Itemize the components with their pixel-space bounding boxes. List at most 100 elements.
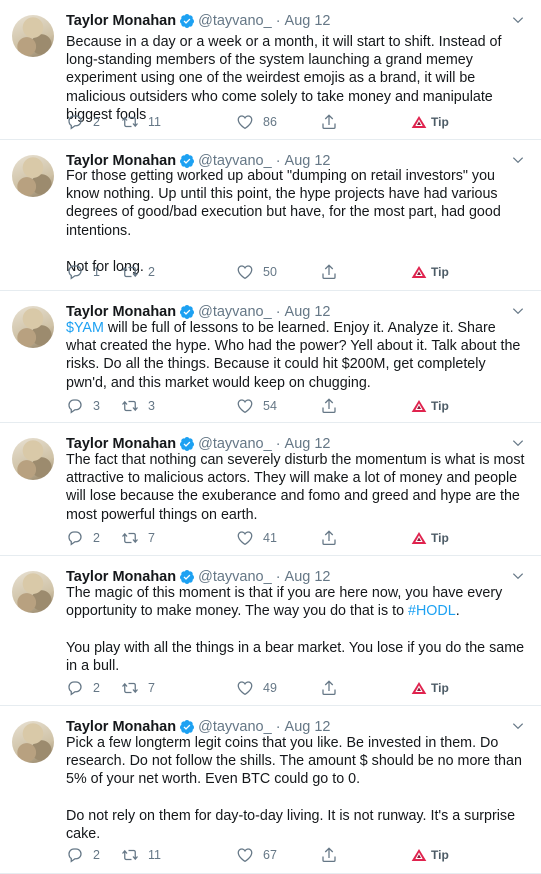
chevron-down-icon[interactable] [511,13,525,27]
tweet[interactable]: Taylor Monahan @tayvano_ · Aug 12 Becaus… [0,0,541,140]
tweet-paragraph: Pick a few longterm legit coins that you… [66,734,528,789]
tweet[interactable]: Taylor Monahan @tayvano_ · Aug 12 The ma… [0,556,541,706]
tweet[interactable]: Taylor Monahan @tayvano_ · Aug 12 For th… [0,140,541,291]
tweet-date[interactable]: Aug 12 [285,304,331,320]
reply-button[interactable]: 3 [66,397,100,415]
retweet-icon [122,400,138,412]
tip-button[interactable]: Tip [411,681,449,695]
author-handle[interactable]: @tayvano_ [198,436,272,452]
tweet-text-segment: You play with all the things in a bear m… [66,639,525,675]
like-button[interactable]: 41 [236,529,277,547]
share-icon [322,680,336,696]
reply-button[interactable]: 2 [66,846,100,864]
tweet-text: For those getting worked up about "dumpi… [66,167,528,277]
retweet-count: 2 [148,265,155,279]
avatar[interactable] [12,306,54,348]
reply-count: 2 [93,681,100,695]
tweet-paragraph: Do not rely on them for day-to-day livin… [66,807,528,843]
retweet-button[interactable]: 7 [121,679,155,697]
like-button[interactable]: 50 [236,263,277,281]
heart-icon [237,265,253,280]
reply-button[interactable]: 2 [66,529,100,547]
chevron-down-icon[interactable] [511,304,525,318]
reply-button[interactable]: 1 [66,263,100,281]
chevron-down-icon[interactable] [511,569,525,583]
share-button[interactable] [320,397,347,415]
tweet-date[interactable]: Aug 12 [285,436,331,452]
retweet-count: 3 [148,399,155,413]
author-name[interactable]: Taylor Monahan [66,436,176,452]
separator-dot: · [275,436,281,452]
avatar[interactable] [12,155,54,197]
avatar[interactable] [12,438,54,480]
retweet-count: 11 [148,848,161,862]
tip-label: Tip [431,265,449,279]
reply-button[interactable]: 2 [66,679,100,697]
author-name[interactable]: Taylor Monahan [66,304,176,320]
verified-badge-icon [180,437,195,451]
retweet-icon [122,532,138,544]
like-count: 67 [263,848,277,862]
retweet-button[interactable]: 11 [121,846,161,864]
retweet-button[interactable]: 11 [121,113,161,131]
author-handle[interactable]: @tayvano_ [198,569,272,585]
heart-icon [237,531,253,546]
tweet-actions: 2 11 67 Tip [66,846,466,866]
chevron-down-icon[interactable] [511,719,525,733]
like-button[interactable]: 67 [236,846,277,864]
separator-dot: · [275,569,281,585]
avatar[interactable] [12,571,54,613]
tip-button[interactable]: Tip [411,265,449,279]
tweet-link[interactable]: #HODL [408,603,456,619]
author-handle[interactable]: @tayvano_ [198,13,272,29]
reply-icon [68,848,82,863]
like-button[interactable]: 54 [236,397,277,415]
tip-button[interactable]: Tip [411,531,449,545]
tweet-date[interactable]: Aug 12 [285,719,331,735]
author-handle[interactable]: @tayvano_ [198,719,272,735]
tip-label: Tip [431,531,449,545]
tweet[interactable]: Taylor Monahan @tayvano_ · Aug 12 $YAM w… [0,291,541,423]
tweet-paragraph: You play with all the things in a bear m… [66,639,528,675]
reply-count: 1 [93,265,100,279]
reply-button[interactable]: 2 [66,113,100,131]
tweet-paragraph: For those getting worked up about "dumpi… [66,167,528,240]
like-button[interactable]: 86 [236,113,277,131]
tip-button[interactable]: Tip [411,115,449,129]
retweet-button[interactable]: 3 [121,397,155,415]
tip-triangle-icon [411,682,427,694]
tweet[interactable]: Taylor Monahan @tayvano_ · Aug 12 Pick a… [0,706,541,874]
reply-count: 3 [93,399,100,413]
tweet[interactable]: Taylor Monahan @tayvano_ · Aug 12 The fa… [0,423,541,556]
retweet-icon [122,116,138,128]
retweet-count: 7 [148,681,155,695]
separator-dot: · [275,304,281,320]
share-button[interactable] [320,679,347,697]
author-handle[interactable]: @tayvano_ [198,304,272,320]
heart-icon [237,848,253,863]
author-name[interactable]: Taylor Monahan [66,13,176,29]
chevron-down-icon[interactable] [511,436,525,450]
share-button[interactable] [320,529,347,547]
tweet-actions: 2 7 41 Tip [66,529,466,549]
like-button[interactable]: 49 [236,679,277,697]
tip-button[interactable]: Tip [411,848,449,862]
share-button[interactable] [320,846,347,864]
tweet-text: Pick a few longterm legit coins that you… [66,734,528,844]
retweet-count: 7 [148,531,155,545]
tweet-date[interactable]: Aug 12 [285,569,331,585]
chevron-down-icon[interactable] [511,153,525,167]
retweet-button[interactable]: 2 [121,263,155,281]
share-button[interactable] [320,113,347,131]
avatar[interactable] [12,15,54,57]
like-count: 54 [263,399,277,413]
tweet-date[interactable]: Aug 12 [285,13,331,29]
tip-button[interactable]: Tip [411,399,449,413]
retweet-button[interactable]: 7 [121,529,155,547]
heart-icon [237,115,253,130]
share-button[interactable] [320,263,347,281]
author-name[interactable]: Taylor Monahan [66,719,176,735]
tweet-link[interactable]: $YAM [66,320,104,336]
author-name[interactable]: Taylor Monahan [66,569,176,585]
avatar[interactable] [12,721,54,763]
